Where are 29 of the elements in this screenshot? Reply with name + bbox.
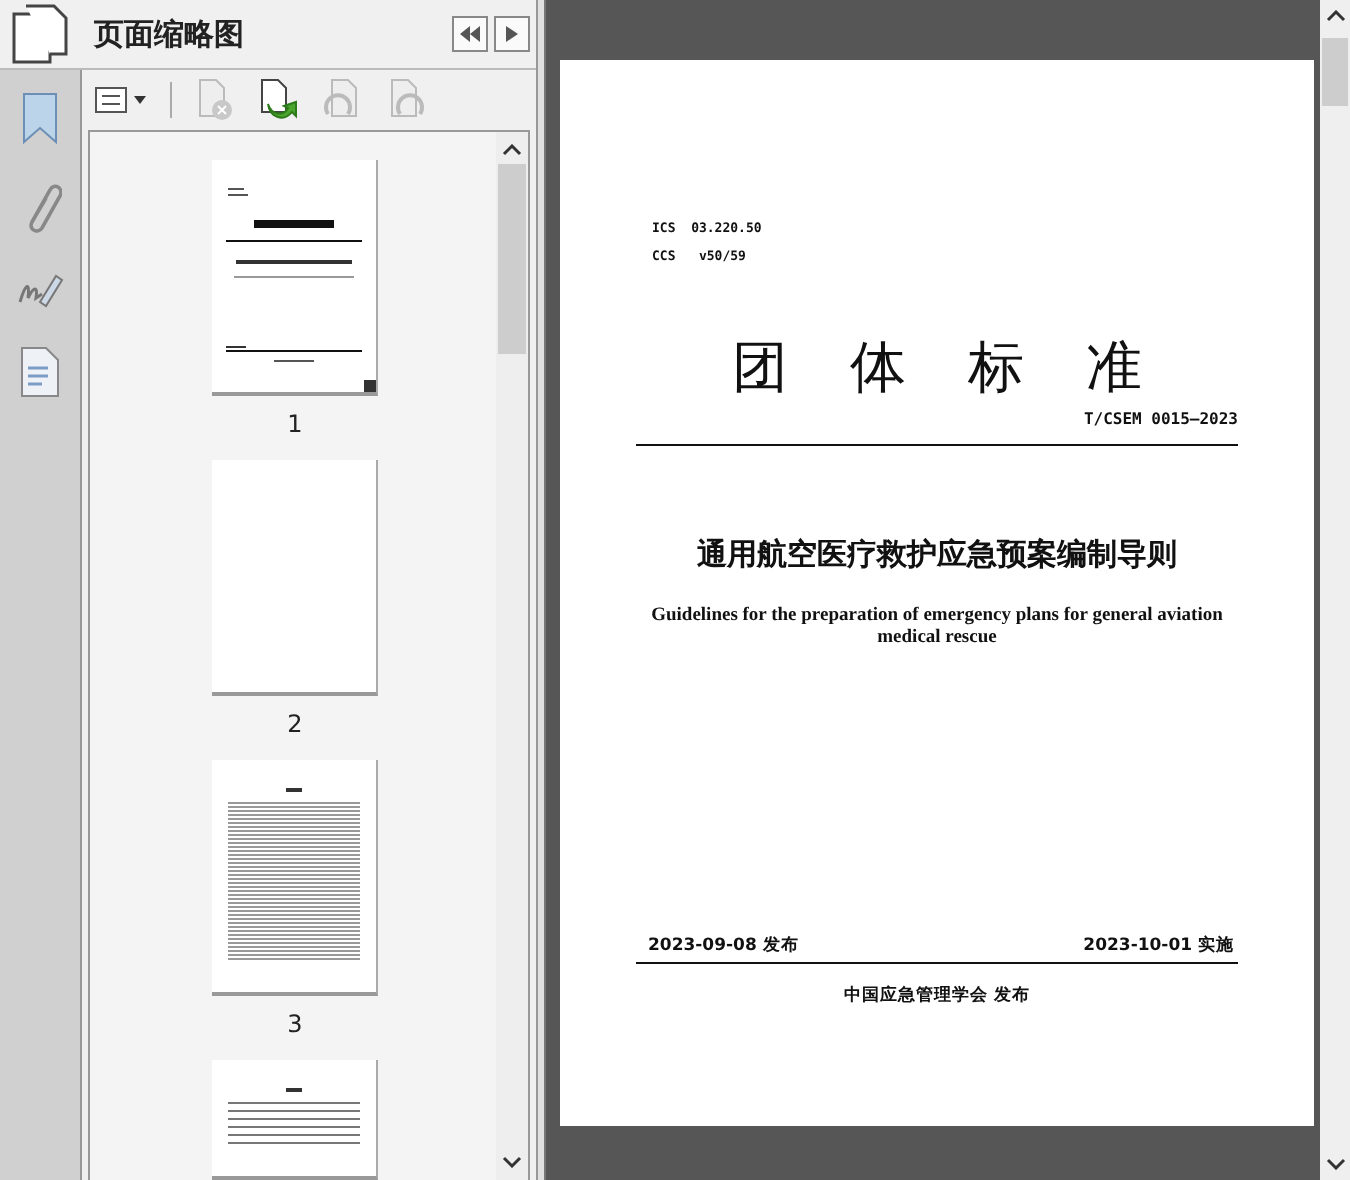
- publisher: 中国应急管理学会 发布: [842, 984, 1032, 1008]
- page-icon[interactable]: [18, 346, 62, 398]
- options-menu-button[interactable]: [94, 86, 150, 114]
- scroll-thumb[interactable]: [1322, 38, 1348, 106]
- document-heading: 团 体 标 准: [730, 332, 1144, 404]
- page-thumbnail[interactable]: [212, 1060, 378, 1180]
- publish-date: 2023-09-08 发布: [648, 934, 799, 958]
- scroll-down-icon[interactable]: [1325, 1158, 1345, 1170]
- expand-button[interactable]: [494, 16, 530, 52]
- panel-title: 页面缩略图: [94, 15, 246, 53]
- page-number: 1: [287, 410, 303, 438]
- standard-number: T/CSEM 0015—2023: [1083, 410, 1238, 428]
- english-title: Guidelines for the preparation of emergency plans for general aviation medical rescue: [649, 606, 1225, 650]
- collapse-button[interactable]: [452, 16, 488, 52]
- effective-date: 2023-10-01 实施: [1083, 934, 1234, 958]
- page-number: 3: [287, 1010, 303, 1038]
- bookmark-icon[interactable]: [18, 90, 62, 146]
- scroll-up-icon[interactable]: [1325, 10, 1345, 22]
- page-number: 2: [287, 710, 303, 738]
- pages-icon[interactable]: [10, 2, 70, 66]
- scroll-up-icon[interactable]: [502, 144, 522, 156]
- scroll-thumb[interactable]: [498, 164, 526, 354]
- document-title: 通用航空医疗救护应急预案编制导则: [695, 536, 1179, 574]
- page-thumbnail[interactable]: [212, 160, 378, 396]
- scroll-down-icon[interactable]: [502, 1156, 522, 1168]
- double-left-arrow-icon: [458, 22, 482, 46]
- page-thumbnail[interactable]: [212, 760, 378, 996]
- page-thumbnail[interactable]: [212, 460, 378, 696]
- insert-page-icon[interactable]: [256, 78, 300, 122]
